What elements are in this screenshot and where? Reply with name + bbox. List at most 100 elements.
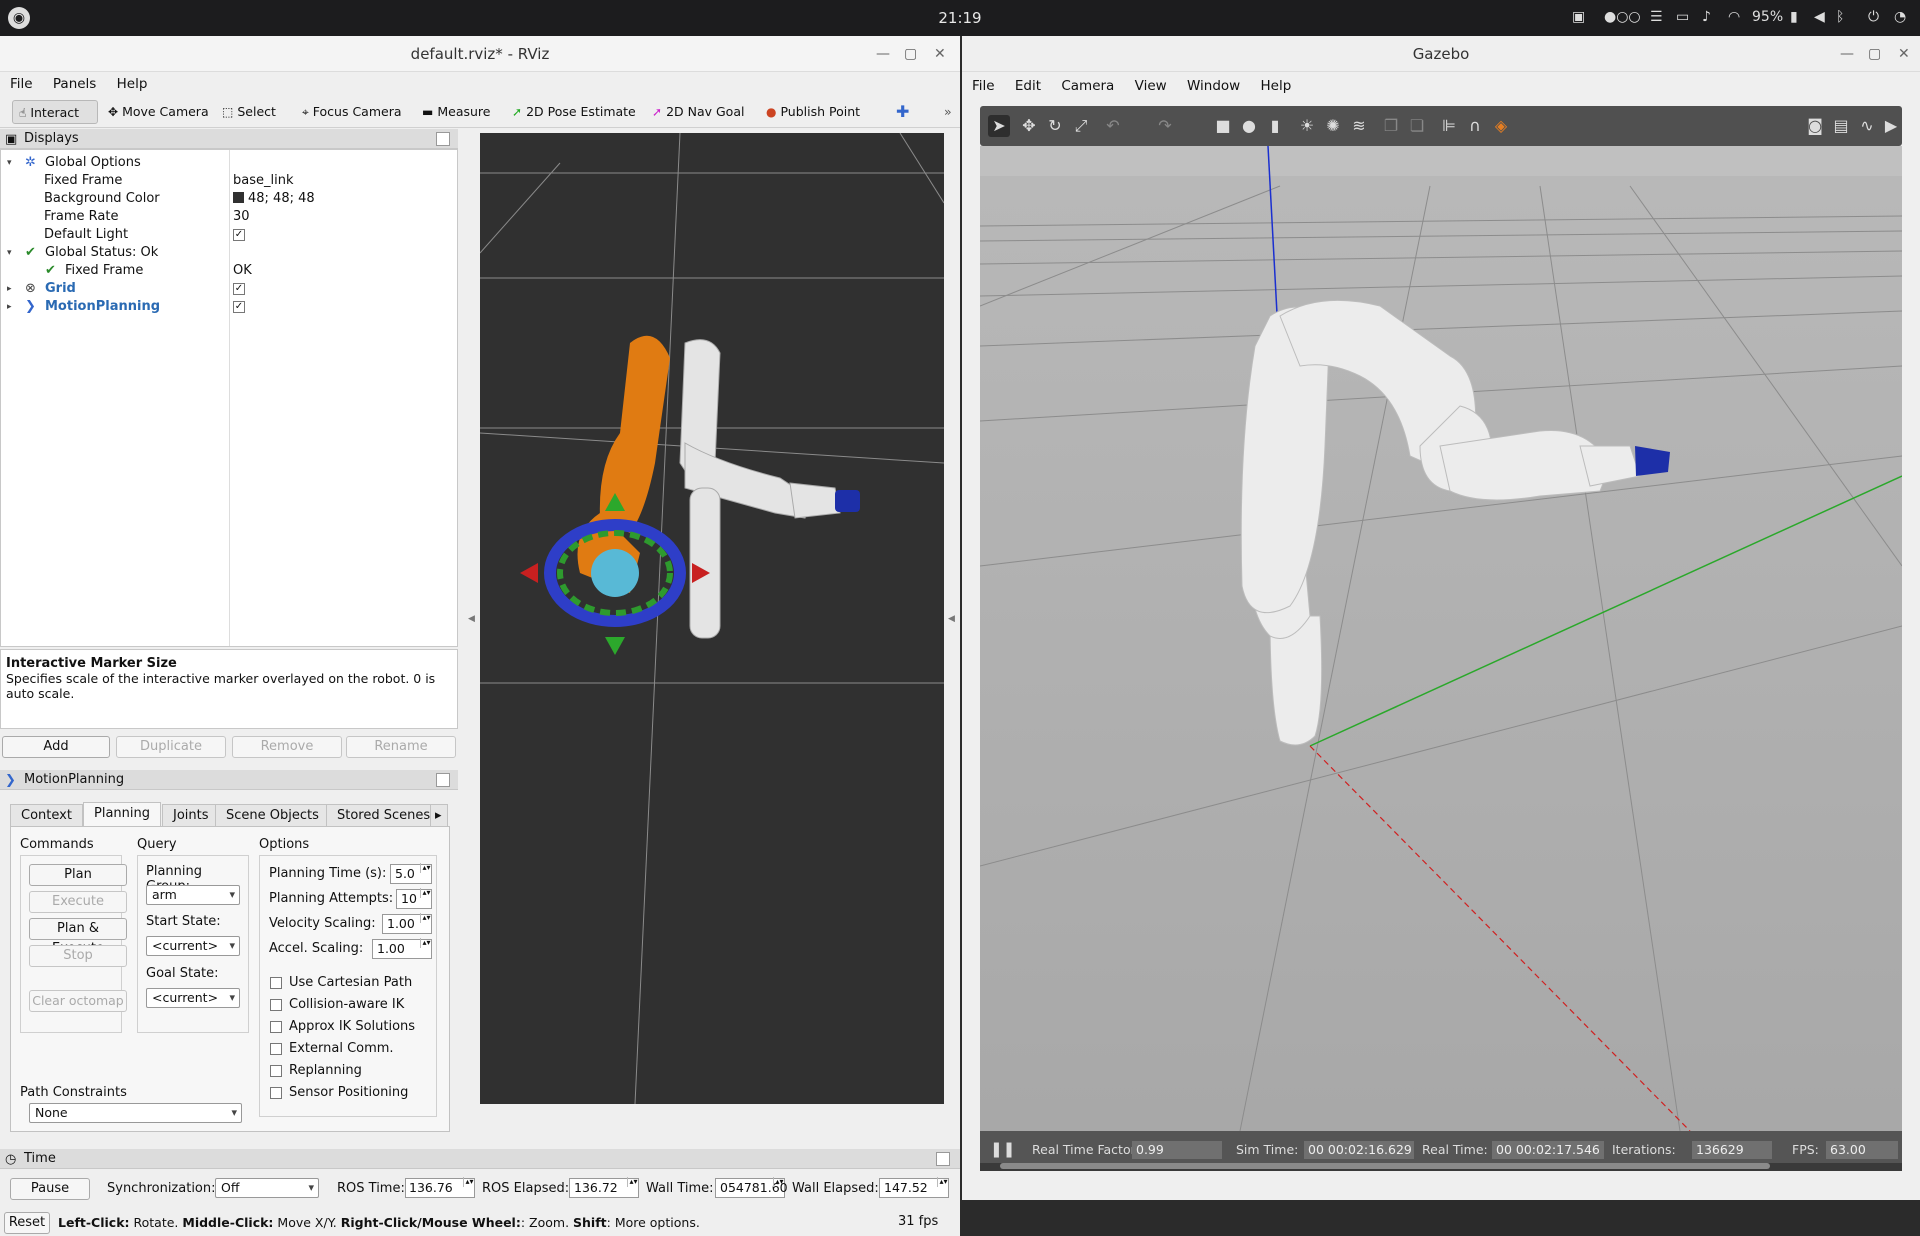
tree-row-global-options[interactable]: ▾ ✲ Global Options (1, 154, 457, 172)
close-icon[interactable]: ✕ (934, 36, 946, 72)
box-shape-icon[interactable]: ■ (1212, 115, 1234, 137)
paste-icon[interactable]: ❏ (1406, 115, 1428, 137)
tab-scene-objects[interactable]: Scene Objects (215, 804, 330, 826)
align-icon[interactable]: ⊫ (1438, 115, 1460, 137)
use-cartesian-path-option[interactable]: Use Cartesian Path (270, 975, 412, 991)
tree-row-global-status[interactable]: ▾ ✔ Global Status: Ok (1, 244, 457, 262)
plot-icon[interactable]: ∿ (1856, 115, 1878, 137)
panel-float-button[interactable] (436, 773, 450, 787)
horizontal-scrollbar[interactable] (980, 1163, 1902, 1171)
menu-help[interactable]: Help (117, 76, 148, 92)
plan-button[interactable]: Plan (29, 864, 127, 886)
wall-time-field[interactable]: 054781.60 (715, 1177, 788, 1198)
minimize-icon[interactable]: — (1840, 36, 1854, 72)
planning-attempts-spinbox[interactable]: 10 (396, 888, 432, 909)
tree-row-grid[interactable]: ▸ ⊗ Grid ✓ (1, 280, 457, 298)
motion-planning-checkbox[interactable]: ✓ (233, 300, 245, 313)
tool-interact[interactable]: ☝ Interact (12, 100, 98, 124)
tool-measure[interactable]: ▬ Measure (416, 100, 496, 124)
gazebo-3d-scene[interactable] (980, 146, 1902, 1131)
checkbox[interactable] (270, 976, 282, 989)
menu-window[interactable]: Window (1187, 78, 1240, 94)
workspace-indicator-icon[interactable]: ●○○ (1604, 9, 1641, 25)
panel-float-button[interactable] (436, 132, 450, 146)
cylinder-shape-icon[interactable]: ▮ (1264, 115, 1286, 137)
checkbox[interactable] (270, 1020, 282, 1033)
gazebo-titlebar[interactable]: Gazebo — ▢ ✕ (962, 36, 1920, 72)
tree-row-default-light[interactable]: Default Light ✓ (1, 226, 457, 244)
checkbox[interactable] (270, 1042, 282, 1055)
tree-row-frame-rate[interactable]: Frame Rate 30 (1, 208, 457, 226)
panel-float-button[interactable] (936, 1152, 950, 1166)
tab-context[interactable]: Context (10, 804, 83, 826)
notification-icon[interactable]: ♪ (1702, 9, 1711, 25)
folder-icon[interactable]: ▭ (1676, 9, 1689, 25)
collapse-arrow-icon[interactable]: ▸ (7, 298, 12, 316)
add-tool-icon[interactable]: ✚ (890, 100, 915, 124)
tab-joints[interactable]: Joints (162, 804, 220, 826)
power-icon[interactable]: ⏻ (1868, 9, 1879, 25)
add-display-button[interactable]: Add (2, 736, 110, 758)
checkbox[interactable] (270, 1086, 282, 1099)
tree-row-motion-planning[interactable]: ▸ ❯ MotionPlanning ✓ (1, 298, 457, 316)
start-state-select[interactable]: <current> (146, 936, 240, 956)
pause-button[interactable]: Pause (10, 1178, 90, 1200)
grid-checkbox[interactable]: ✓ (233, 282, 245, 295)
approx-ik-option[interactable]: Approx IK Solutions (270, 1019, 415, 1035)
sensor-positioning-option[interactable]: Sensor Positioning (270, 1085, 408, 1101)
pause-icon[interactable]: ❚❚ (990, 1140, 1015, 1158)
path-constraints-select[interactable]: None (29, 1103, 242, 1123)
wall-elapsed-field[interactable]: 147.52 (879, 1177, 949, 1198)
tool-2d-pose-estimate[interactable]: ➚ 2D Pose Estimate (506, 100, 642, 124)
directional-light-icon[interactable]: ≋ (1348, 115, 1370, 137)
default-light-checkbox[interactable]: ✓ (233, 228, 245, 241)
minimize-icon[interactable]: — (876, 36, 890, 72)
checkbox[interactable] (270, 1064, 282, 1077)
translate-mode-icon[interactable]: ✥ (1018, 115, 1040, 137)
plan-and-execute-button[interactable]: Plan & Execute (29, 918, 127, 956)
planning-time-spinbox[interactable]: 5.0 (390, 863, 432, 884)
point-light-icon[interactable]: ☀ (1296, 115, 1318, 137)
menu-icon[interactable]: ☰ (1650, 9, 1663, 25)
tool-publish-point[interactable]: ● Publish Point (760, 100, 866, 124)
expand-arrow-icon[interactable]: ▾ (7, 244, 12, 262)
color-swatch[interactable] (233, 192, 244, 203)
volume-icon[interactable]: ◀ (1814, 9, 1825, 25)
close-icon[interactable]: ✕ (1898, 36, 1910, 72)
nvidia-icon[interactable]: ▣ (1572, 9, 1585, 25)
clear-octomap-button[interactable]: Clear octomap (29, 990, 127, 1012)
tool-move-camera[interactable]: ✥ Move Camera (102, 100, 215, 124)
tab-scroll-right-icon[interactable]: ▸ (430, 804, 448, 826)
ros-time-field[interactable]: 136.76 (405, 1177, 475, 1198)
tab-planning[interactable]: Planning (83, 802, 161, 826)
ros-elapsed-field[interactable]: 136.72 (569, 1177, 639, 1198)
undo-icon[interactable]: ↶ (1102, 115, 1124, 137)
checkbox[interactable] (270, 998, 282, 1011)
video-record-icon[interactable]: ▶ (1880, 115, 1902, 137)
duplicate-display-button[interactable]: Duplicate (116, 736, 226, 758)
tree-row-background-color[interactable]: Background Color 48; 48; 48 (1, 190, 457, 208)
tree-row-fixed-frame[interactable]: Fixed Frame base_link (1, 172, 457, 190)
view-angle-icon[interactable]: ◈ (1490, 115, 1512, 137)
planning-group-select[interactable]: arm (146, 885, 240, 905)
stop-button[interactable]: Stop (29, 945, 127, 967)
accel-scaling-spinbox[interactable]: 1.00 (372, 938, 432, 959)
tool-focus-camera[interactable]: ⌖ Focus Camera (296, 100, 408, 124)
rename-display-button[interactable]: Rename (346, 736, 456, 758)
tab-stored-scenes[interactable]: Stored Scenes (326, 804, 432, 826)
bluetooth-icon[interactable]: ᛒ (1836, 9, 1844, 25)
replanning-option[interactable]: Replanning (270, 1063, 362, 1079)
scale-mode-icon[interactable]: ⤢ (1070, 115, 1092, 137)
velocity-scaling-spinbox[interactable]: 1.00 (382, 913, 432, 934)
toolbar-overflow-icon[interactable]: » (938, 100, 958, 124)
maximize-icon[interactable]: ▢ (1868, 36, 1881, 72)
screenshot-icon[interactable]: ◙ (1804, 115, 1826, 137)
splitter-left-arrow-icon[interactable]: ◀ (468, 614, 475, 624)
expand-arrow-icon[interactable]: ▾ (7, 154, 12, 172)
user-icon[interactable]: ◔ (1894, 9, 1906, 25)
external-comm-option[interactable]: External Comm. (270, 1041, 394, 1057)
battery-icon[interactable]: ▮ (1790, 9, 1798, 25)
spot-light-icon[interactable]: ✺ (1322, 115, 1344, 137)
sphere-shape-icon[interactable]: ● (1238, 115, 1260, 137)
rviz-3d-view[interactable] (480, 133, 944, 1104)
